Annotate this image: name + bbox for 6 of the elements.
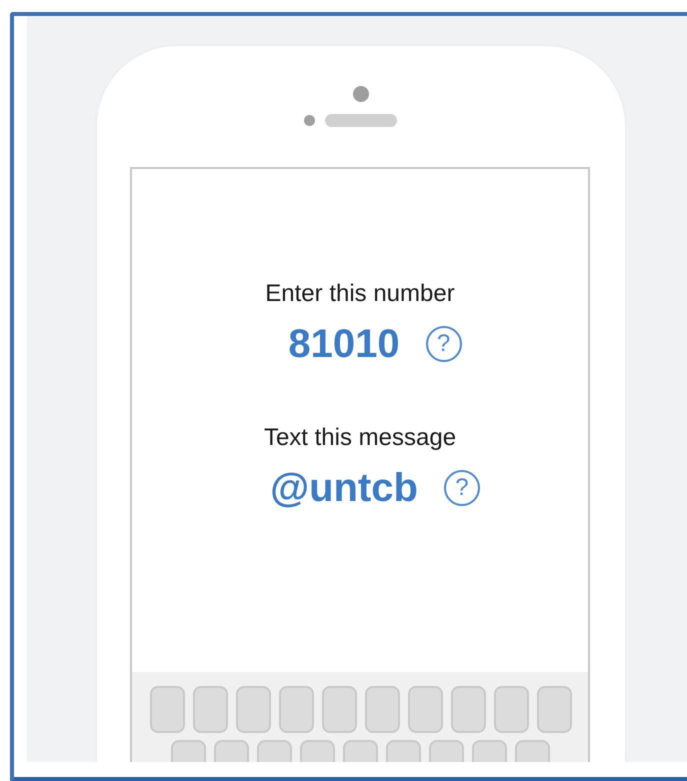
prompt-label: Text this message	[264, 423, 456, 453]
help-icon[interactable]: ?	[426, 326, 462, 362]
help-icon[interactable]: ?	[444, 470, 480, 506]
prompt-label: Enter this number	[265, 279, 455, 309]
prompt-value: @untcb	[270, 465, 418, 511]
prompt-value: 81010	[288, 321, 400, 367]
